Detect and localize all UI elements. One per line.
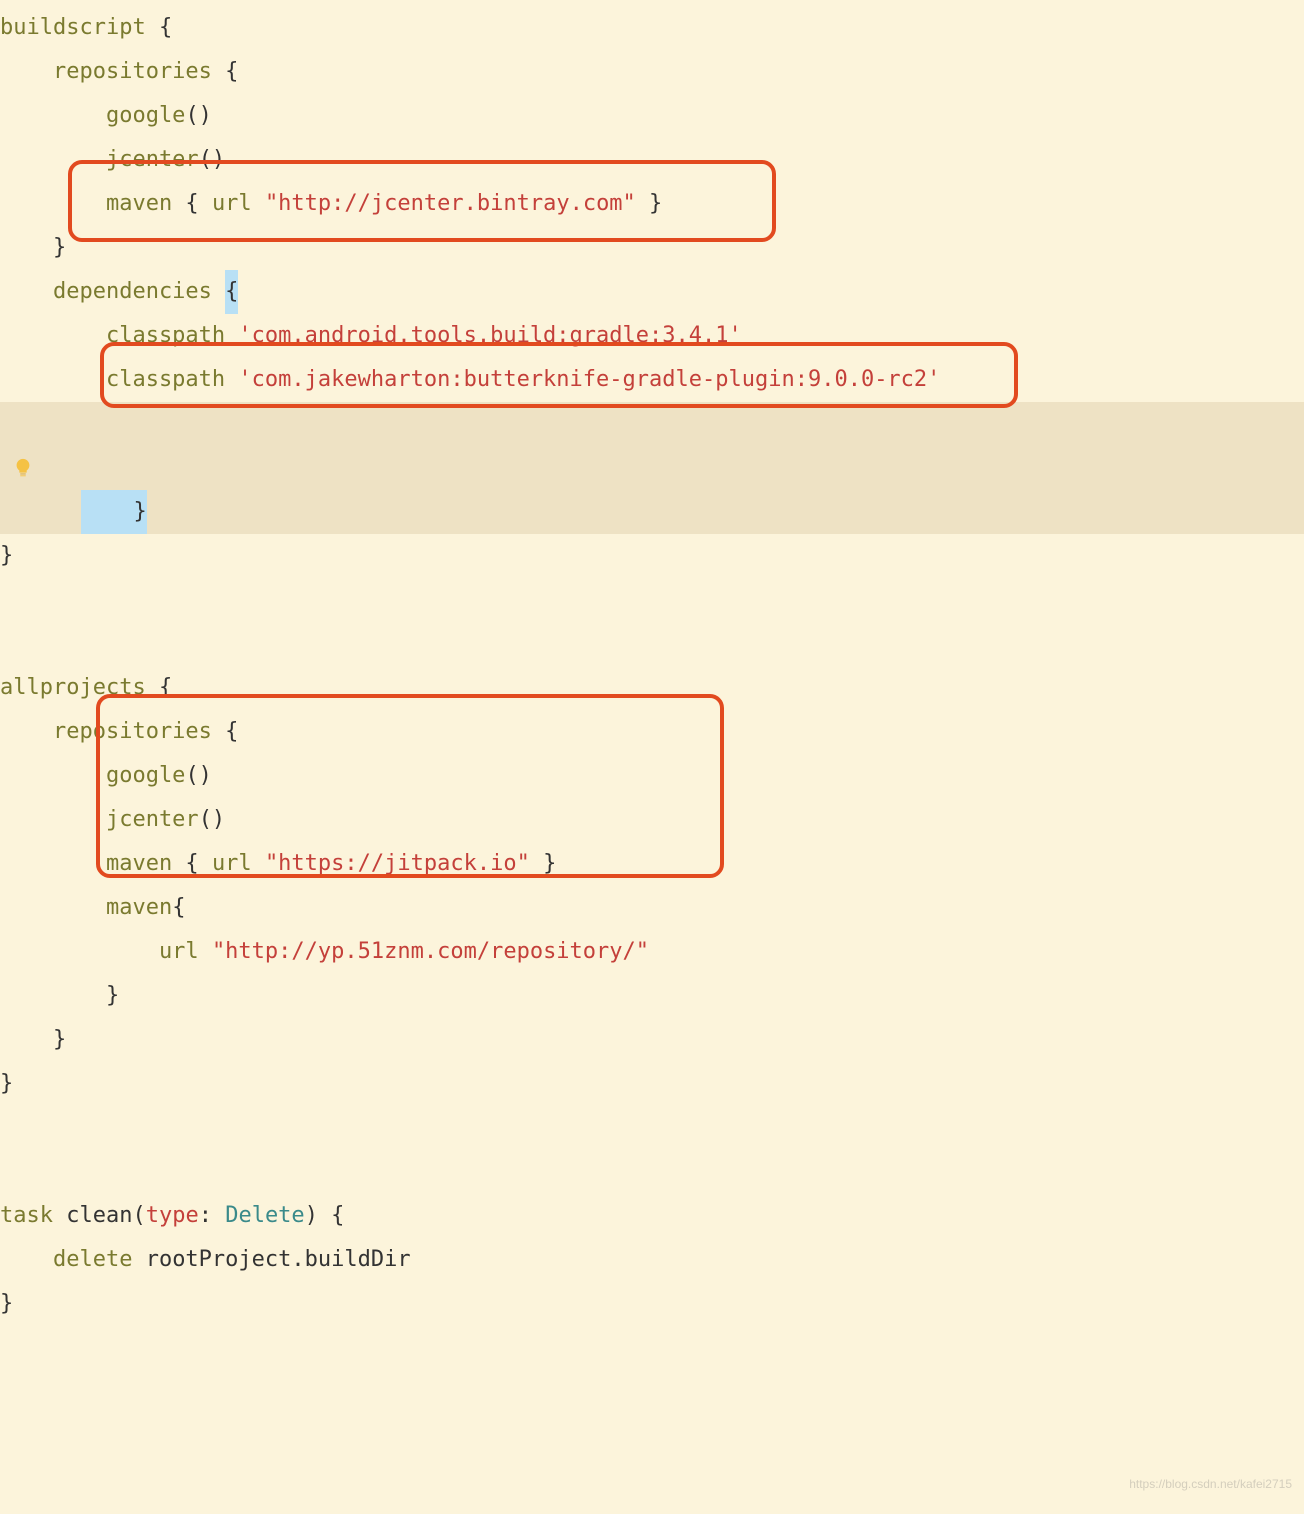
expr: rootProject.buildDir [132, 1247, 410, 1272]
brace: } [530, 851, 557, 876]
code-line-active[interactable]: } [0, 402, 1304, 534]
code-line[interactable]: jcenter() [0, 138, 1304, 182]
fn-url: url [212, 851, 252, 876]
code-line[interactable]: jcenter() [0, 798, 1304, 842]
fn-url: url [212, 191, 252, 216]
code-line[interactable]: repositories { [0, 50, 1304, 94]
keyword-repositories: repositories [0, 719, 212, 744]
code-line[interactable]: } [0, 974, 1304, 1018]
keyword-task: task [0, 1203, 53, 1228]
code-line[interactable]: google() [0, 94, 1304, 138]
code-line-empty[interactable] [0, 622, 1304, 666]
code-line[interactable]: delete rootProject.buildDir [0, 1238, 1304, 1282]
code-line[interactable]: classpath 'com.android.tools.build:gradl… [0, 314, 1304, 358]
space [199, 939, 212, 964]
code-line[interactable]: repositories { [0, 710, 1304, 754]
brace: { [146, 675, 173, 700]
code-line-empty[interactable] [0, 1150, 1304, 1194]
brace: { [172, 851, 212, 876]
code-line[interactable]: maven{ [0, 886, 1304, 930]
space [212, 279, 225, 304]
brace: } [0, 235, 66, 260]
code-line[interactable]: buildscript { [0, 6, 1304, 50]
task-name: clean [53, 1203, 132, 1228]
fn-classpath: classpath [0, 367, 225, 392]
brace: } [636, 191, 663, 216]
fn-jcenter: jcenter [0, 147, 199, 172]
code-line-empty[interactable] [0, 1106, 1304, 1150]
code-line[interactable]: dependencies { [0, 270, 1304, 314]
space [225, 367, 238, 392]
fn-google: google [0, 103, 185, 128]
code-editor[interactable]: buildscript { repositories { google() jc… [0, 0, 1304, 1326]
code-line[interactable]: url "http://yp.51znm.com/repository/" [0, 930, 1304, 974]
space [212, 1203, 225, 1228]
keyword-delete: delete [0, 1247, 132, 1272]
paren: ( [132, 1203, 145, 1228]
paren: ) [305, 1203, 318, 1228]
keyword-allprojects: allprojects [0, 675, 146, 700]
colon: : [199, 1203, 212, 1228]
code-line[interactable]: allprojects { [0, 666, 1304, 710]
parens: () [185, 103, 212, 128]
keyword-buildscript: buildscript [0, 15, 146, 40]
fn-maven: maven [0, 851, 172, 876]
code-line[interactable]: google() [0, 754, 1304, 798]
code-line[interactable]: } [0, 534, 1304, 578]
space [252, 851, 265, 876]
string-literal: "http://yp.51znm.com/repository/" [212, 939, 649, 964]
parens: () [199, 147, 226, 172]
code-line[interactable]: } [0, 1062, 1304, 1106]
code-line[interactable]: task clean(type: Delete) { [0, 1194, 1304, 1238]
brace: { [318, 1203, 345, 1228]
code-line[interactable]: maven { url "https://jitpack.io" } [0, 842, 1304, 886]
brace: { [146, 15, 173, 40]
space [225, 323, 238, 348]
fn-url: url [0, 939, 199, 964]
brace: } [0, 983, 119, 1008]
code-line-empty[interactable] [0, 578, 1304, 622]
brace: } [0, 1027, 66, 1052]
lightbulb-icon[interactable] [12, 457, 34, 479]
brace: { [172, 191, 212, 216]
brace-highlighted: { [225, 270, 238, 314]
brace: { [212, 59, 239, 84]
watermark: https://blog.csdn.net/kafei2715 [1129, 1462, 1292, 1506]
brace: } [0, 1291, 13, 1316]
keyword-repositories: repositories [0, 59, 212, 84]
fn-maven: maven [0, 895, 172, 920]
brace-highlighted: } [81, 490, 147, 534]
string-literal: "http://jcenter.bintray.com" [265, 191, 636, 216]
space [252, 191, 265, 216]
keyword-dependencies: dependencies [0, 279, 212, 304]
code-line[interactable]: } [0, 1282, 1304, 1326]
string-literal: 'com.jakewharton:butterknife-gradle-plug… [238, 367, 940, 392]
string-literal: "https://jitpack.io" [265, 851, 530, 876]
parens: () [199, 807, 226, 832]
brace: { [212, 719, 239, 744]
param-type: type [146, 1203, 199, 1228]
code-line[interactable]: classpath 'com.jakewharton:butterknife-g… [0, 358, 1304, 402]
class-delete: Delete [225, 1203, 304, 1228]
fn-maven: maven [0, 191, 172, 216]
code-line[interactable]: maven { url "http://jcenter.bintray.com"… [0, 182, 1304, 226]
brace: } [0, 1071, 13, 1096]
parens: () [185, 763, 212, 788]
code-line[interactable]: } [0, 1018, 1304, 1062]
fn-classpath: classpath [0, 323, 225, 348]
brace: } [0, 543, 13, 568]
code-line[interactable]: } [0, 226, 1304, 270]
fn-jcenter: jcenter [0, 807, 199, 832]
string-literal: 'com.android.tools.build:gradle:3.4.1' [238, 323, 741, 348]
fn-google: google [0, 763, 185, 788]
brace: { [172, 895, 185, 920]
